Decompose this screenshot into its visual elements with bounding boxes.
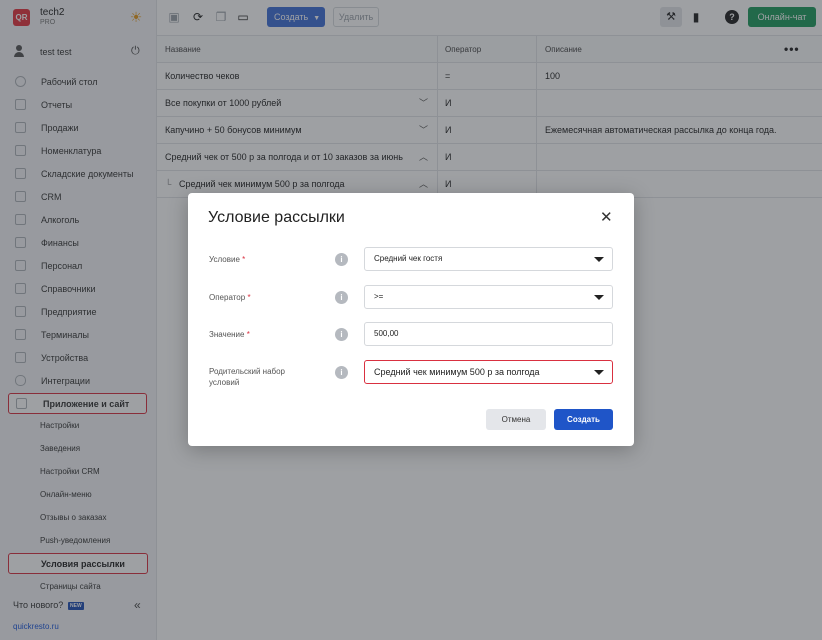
info-icon[interactable]: i bbox=[335, 253, 348, 266]
condition-label: Условие * bbox=[209, 255, 246, 264]
value-label: Значение * bbox=[209, 330, 250, 339]
operator-label: Оператор * bbox=[209, 293, 251, 302]
condition-select[interactable]: Средний чек гостя bbox=[364, 247, 613, 271]
value-input[interactable]: 500,00 bbox=[364, 322, 613, 346]
operator-select[interactable]: >= bbox=[364, 285, 613, 309]
mailing-condition-dialog: Условие рассылки ✕ Условие * i Средний ч… bbox=[188, 193, 634, 446]
cancel-button[interactable]: Отмена bbox=[486, 409, 546, 430]
info-icon[interactable]: i bbox=[335, 291, 348, 304]
info-icon[interactable]: i bbox=[335, 366, 348, 379]
parent-set-select[interactable]: Средний чек минимум 500 р за полгода bbox=[364, 360, 613, 384]
close-icon[interactable]: ✕ bbox=[600, 210, 613, 226]
info-icon[interactable]: i bbox=[335, 328, 348, 341]
submit-create-button[interactable]: Создать bbox=[554, 409, 613, 430]
parent-set-label: Родительский набор условий bbox=[209, 367, 285, 387]
dialog-title: Условие рассылки bbox=[208, 209, 345, 226]
